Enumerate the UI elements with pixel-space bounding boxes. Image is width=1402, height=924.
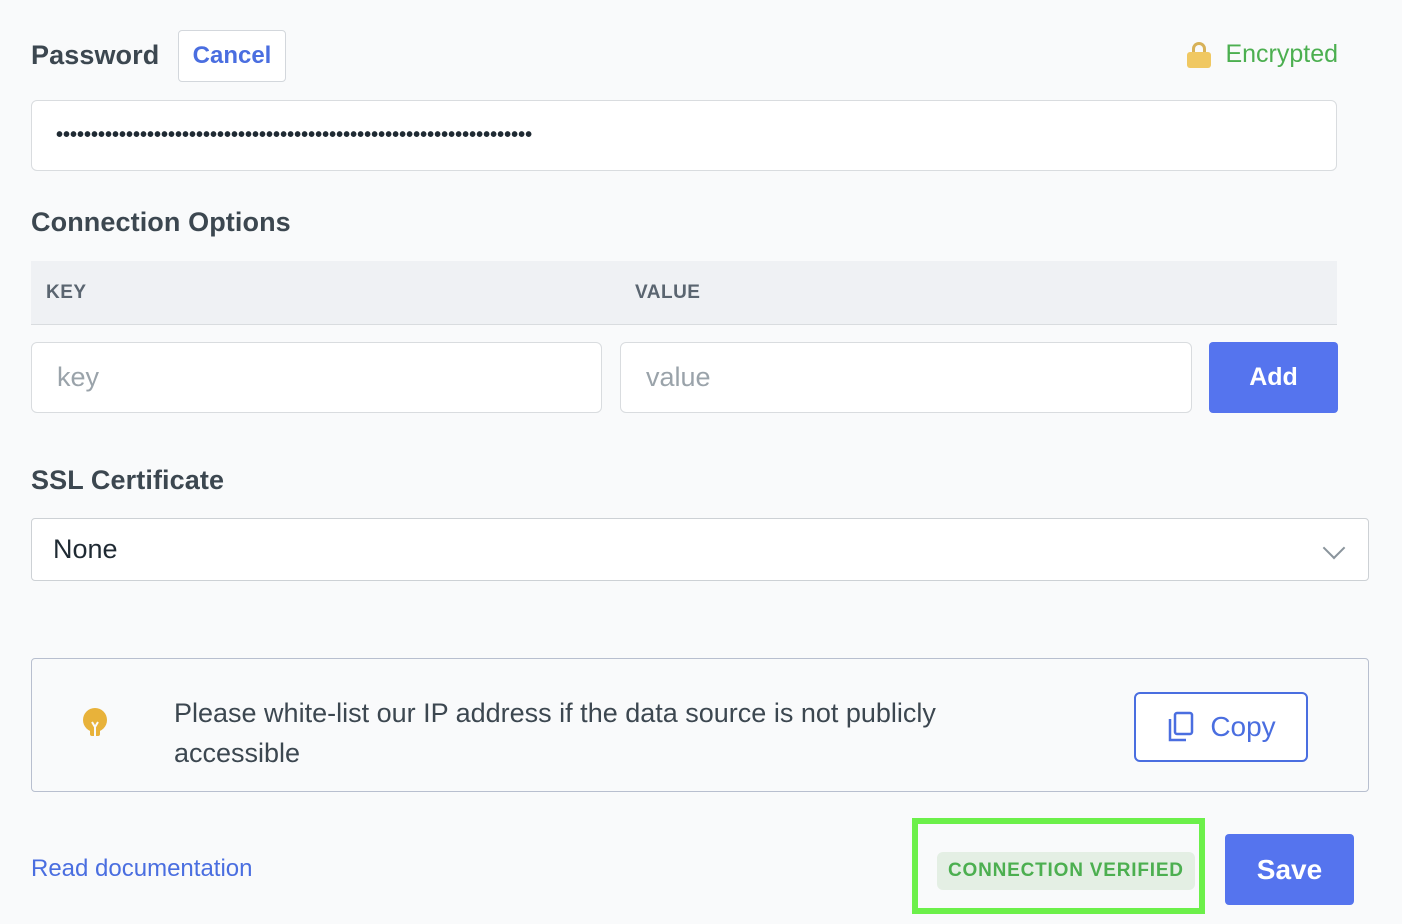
ip-whitelist-notice: Please white-list our IP address if the … bbox=[31, 658, 1369, 792]
read-documentation-link[interactable]: Read documentation bbox=[31, 855, 252, 883]
notice-text: Please white-list our IP address if the … bbox=[174, 698, 936, 768]
lock-icon bbox=[1187, 41, 1212, 68]
ssl-selected-value: None bbox=[53, 534, 118, 564]
add-option-button[interactable]: Add bbox=[1209, 342, 1338, 413]
options-table-header: KEY VALUE bbox=[31, 261, 1337, 325]
status-badge: CONNECTION VERIFIED bbox=[937, 852, 1195, 890]
column-header-key: KEY bbox=[46, 282, 87, 303]
column-header-value: VALUE bbox=[635, 282, 701, 303]
key-input[interactable]: key bbox=[31, 342, 602, 413]
connection-options-title: Connection Options bbox=[31, 207, 291, 237]
lightbulb-icon bbox=[83, 708, 107, 736]
password-field[interactable]: ••••••••••••••••••••••••••••••••••••••••… bbox=[31, 100, 1337, 171]
copy-label: Copy bbox=[1210, 711, 1276, 742]
connection-verified-highlight: CONNECTION VERIFIED bbox=[912, 818, 1205, 914]
encrypted-label: Encrypted bbox=[1225, 40, 1338, 68]
cancel-button[interactable]: Cancel bbox=[178, 30, 286, 82]
encrypted-status: Encrypted bbox=[1187, 40, 1338, 69]
value-input[interactable]: value bbox=[620, 342, 1192, 413]
chevron-down-icon bbox=[1322, 536, 1346, 560]
save-button[interactable]: Save bbox=[1225, 834, 1354, 905]
copy-ip-button[interactable]: Copy bbox=[1134, 692, 1308, 762]
copy-icon bbox=[1169, 711, 1194, 742]
password-label: Password bbox=[31, 40, 160, 70]
ssl-certificate-label: SSL Certificate bbox=[31, 465, 225, 495]
ssl-certificate-select[interactable]: None bbox=[31, 518, 1369, 581]
